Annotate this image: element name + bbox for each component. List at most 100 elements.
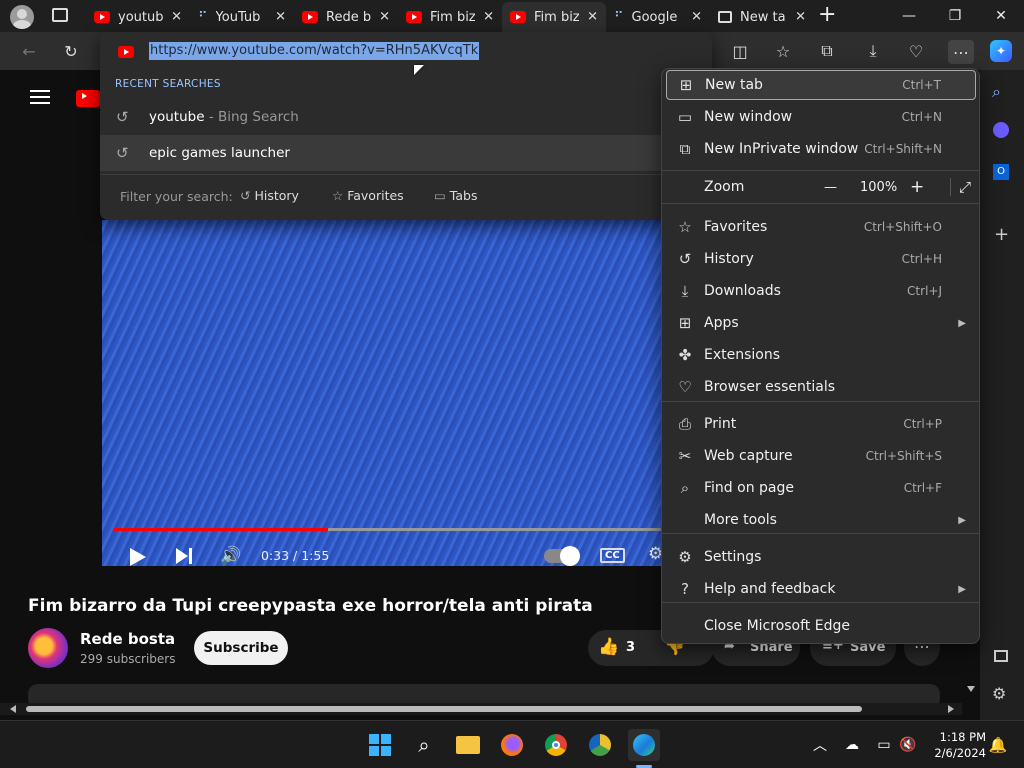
back-icon[interactable]: ← (18, 40, 40, 62)
menu-item-new-tab[interactable]: ⊞ New tab Ctrl+T (666, 70, 976, 100)
menu-item-history[interactable]: ↺ History Ctrl+H (666, 244, 976, 274)
copilot-sidebar-icon[interactable] (993, 122, 1009, 138)
video-title: Fim bizarro da Tupi creepypasta exe horr… (28, 596, 593, 616)
tab-close-icon[interactable]: ✕ (275, 10, 286, 25)
subscribe-button[interactable]: Subscribe (194, 631, 288, 665)
start-icon[interactable] (364, 729, 396, 761)
tab-close-icon[interactable]: ✕ (483, 10, 494, 25)
sidebar-toggle-icon[interactable] (994, 650, 1008, 662)
menu-item-label: Favorites (704, 219, 768, 235)
menu-item-help-and-feedback[interactable]: ? Help and feedback ▶ (666, 574, 976, 604)
clock[interactable]: 1:18 PM 2/6/2024 (926, 729, 986, 761)
tab-item[interactable]: Fim biz ✕ (398, 4, 502, 30)
scroll-right-icon[interactable] (948, 705, 954, 713)
scroll-left-icon[interactable] (10, 705, 16, 713)
volume-muted-icon[interactable]: 🔇 (892, 729, 924, 761)
zoom-out-button[interactable]: — (824, 180, 837, 195)
refresh-icon[interactable]: ↻ (60, 40, 82, 62)
menu-item-settings[interactable]: ⚙ Settings (666, 542, 976, 572)
menu-shortcut: Ctrl+T (902, 78, 941, 92)
menu-item-web-capture[interactable]: ✂ Web capture Ctrl+Shift+S (666, 441, 976, 471)
menu-item-extensions[interactable]: ✤ Extensions (666, 340, 976, 370)
menu-divider (662, 170, 979, 171)
cc-button[interactable]: CC (600, 548, 625, 563)
hidden-icons-chevron-icon[interactable]: ︿ (804, 729, 836, 761)
menu-divider (662, 203, 979, 204)
video-player[interactable]: 🔊 0:33 / 1:55 CC ⚙ (102, 220, 663, 566)
menu-item-downloads[interactable]: ⤓ Downloads Ctrl+J (666, 276, 976, 306)
filter-history[interactable]: ↺ History (240, 188, 299, 203)
windows-taskbar: ⌕ ︿ ☁ ▭ 🔇 1:18 PM 2/6/2024 🔔 (0, 720, 1024, 768)
tab-item[interactable]: Rede b ✕ (294, 4, 398, 30)
tab-close-icon[interactable]: ✕ (795, 10, 806, 25)
menu-item-apps[interactable]: ⊞ Apps ▶ (666, 308, 976, 338)
outlook-icon[interactable]: O (993, 164, 1009, 180)
volume-icon[interactable]: 🔊 (220, 546, 241, 566)
menu-divider (662, 401, 979, 402)
settings-more-icon[interactable]: ⋯ (948, 40, 974, 64)
suggestion-item[interactable]: ↺ youtube - Bing Search (100, 99, 712, 135)
tab-item[interactable]: ⠋ YouTub ✕ (190, 4, 294, 30)
channel-name[interactable]: Rede bosta (80, 630, 175, 648)
restore-button[interactable]: ❐ (932, 0, 978, 32)
zoom-in-button[interactable]: + (910, 177, 924, 197)
taskbar-search-icon[interactable]: ⌕ (408, 729, 440, 761)
tab-item[interactable]: Fim biz ✕ (502, 2, 606, 32)
tab-actions-icon[interactable] (52, 8, 68, 22)
tab-item[interactable]: youtub ✕ (86, 4, 190, 30)
menu-item-close-microsoft-edge[interactable]: Close Microsoft Edge (666, 611, 976, 641)
tab-close-icon[interactable]: ✕ (691, 10, 702, 25)
browser-essentials-icon[interactable]: ♡ (905, 40, 927, 62)
network-icon[interactable]: ☁ (836, 729, 868, 761)
autoplay-toggle[interactable] (544, 546, 580, 566)
print-icon: ⎙ (678, 415, 691, 433)
scroll-down-icon[interactable] (967, 686, 975, 692)
chrome-alt-icon[interactable] (584, 729, 616, 761)
menu-item-new-inprivate-window[interactable]: ⧉ New InPrivate window Ctrl+Shift+N (666, 134, 976, 164)
menu-item-label: Help and feedback (704, 581, 836, 597)
menu-item-favorites[interactable]: ☆ Favorites Ctrl+Shift+O (666, 212, 976, 242)
channel-avatar[interactable] (28, 628, 68, 668)
edge-icon[interactable] (628, 729, 660, 761)
tab-close-icon[interactable]: ✕ (587, 10, 598, 25)
search-icon[interactable]: ⌕ (992, 82, 1001, 102)
next-icon[interactable] (176, 548, 188, 564)
file-explorer-icon[interactable] (452, 729, 484, 761)
minimize-button[interactable]: — (886, 0, 932, 32)
horizontal-scrollbar[interactable] (0, 703, 962, 715)
filter-tabs[interactable]: ▭ Tabs (434, 188, 477, 203)
loading-icon: ⠋ (614, 9, 624, 25)
tab-close-icon[interactable]: ✕ (379, 10, 390, 25)
address-input[interactable]: https://www.youtube.com/watch?v=RHn5AKVc… (149, 42, 480, 60)
menu-item-more-tools[interactable]: More tools ▶ (666, 505, 976, 535)
youtube-icon (302, 11, 318, 23)
new-tab-icon[interactable]: + (818, 4, 836, 26)
tab-item[interactable]: New ta ✕ (710, 4, 814, 30)
firefox-icon[interactable] (496, 729, 528, 761)
fullscreen-icon[interactable]: ⤢ (950, 178, 971, 196)
notifications-bell-icon[interactable]: 🔔 (982, 729, 1014, 761)
copilot-icon[interactable]: ✦ (990, 40, 1012, 62)
scrollbar-thumb[interactable] (26, 706, 862, 712)
menu-item-print[interactable]: ⎙ Print Ctrl+P (666, 409, 976, 439)
menu-item-browser-essentials[interactable]: ♡ Browser essentials (666, 372, 976, 402)
youtube-logo-icon[interactable] (76, 90, 100, 107)
downloads-icon[interactable]: ⤓ (862, 40, 884, 62)
menu-hamburger-icon[interactable] (30, 90, 50, 104)
profile-avatar[interactable] (10, 5, 34, 29)
close-window-button[interactable]: ✕ (978, 0, 1024, 32)
split-screen-icon[interactable]: ◫ (729, 40, 751, 62)
collections-icon[interactable]: ⧉ (816, 40, 838, 62)
sidebar-settings-icon[interactable]: ⚙ (992, 684, 1006, 703)
menu-item-find-on-page[interactable]: ⌕ Find on page Ctrl+F (666, 473, 976, 503)
filter-favorites[interactable]: ☆ Favorites (332, 188, 404, 203)
play-icon[interactable] (130, 548, 146, 566)
menu-shortcut: Ctrl+F (903, 481, 942, 495)
menu-item-new-window[interactable]: ▭ New window Ctrl+N (666, 102, 976, 132)
add-sidebar-icon[interactable]: + (994, 224, 1009, 245)
tab-close-icon[interactable]: ✕ (171, 10, 182, 25)
favorites-star-icon[interactable]: ☆ (772, 40, 794, 62)
tab-item[interactable]: ⠋ Google ✕ (606, 4, 710, 30)
chrome-icon[interactable] (540, 729, 572, 761)
suggestion-item[interactable]: ↺ epic games launcher (100, 135, 712, 171)
